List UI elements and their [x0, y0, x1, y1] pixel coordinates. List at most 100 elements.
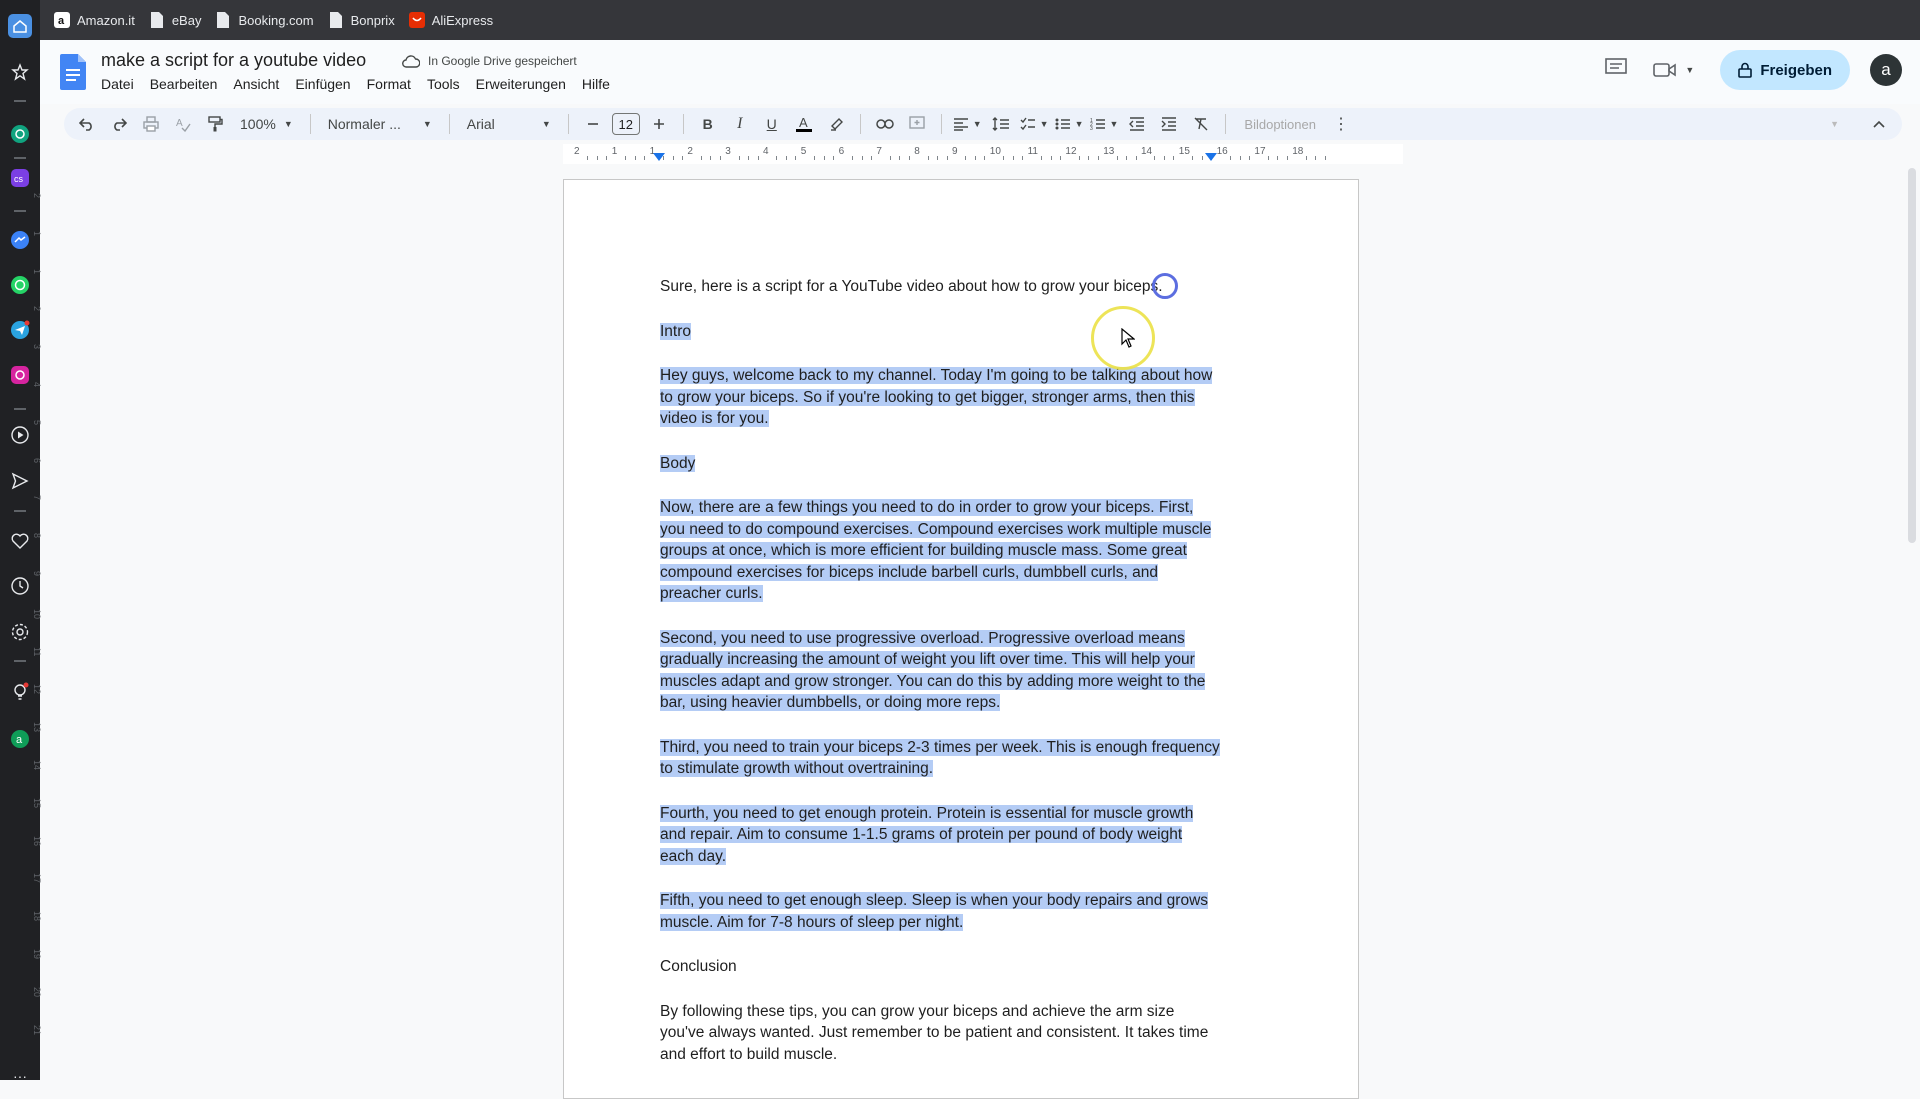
- menu-ansicht[interactable]: Ansicht: [233, 76, 279, 92]
- menu-format[interactable]: Format: [367, 76, 411, 92]
- paragraph-body-3[interactable]: Third, you need to train your biceps 2-3…: [660, 737, 1220, 780]
- menu-bearbeiten[interactable]: Bearbeiten: [150, 76, 218, 92]
- heading-conclusion[interactable]: Conclusion: [660, 956, 1220, 978]
- paragraph-conclusion[interactable]: By following these tips, you can grow yo…: [660, 1001, 1220, 1066]
- document-body[interactable]: Sure, here is a script for a YouTube vid…: [660, 276, 1220, 1088]
- add-comment-icon[interactable]: [904, 112, 930, 136]
- bold-icon[interactable]: B: [695, 112, 721, 136]
- save-status[interactable]: In Google Drive gespeichert: [402, 54, 577, 68]
- menu-hilfe[interactable]: Hilfe: [582, 76, 610, 92]
- telegram-icon[interactable]: [8, 318, 32, 342]
- menu-einfuegen[interactable]: Einfügen: [295, 76, 350, 92]
- heart-icon[interactable]: [8, 529, 32, 553]
- play-icon[interactable]: [8, 423, 32, 447]
- underline-icon[interactable]: U: [759, 112, 785, 136]
- line-spacing-icon[interactable]: [988, 112, 1014, 136]
- ruler-tick: [1201, 156, 1203, 160]
- highlight-color-icon[interactable]: [823, 112, 849, 136]
- image-options-button[interactable]: Bildoptionen: [1244, 117, 1316, 132]
- chevron-down-icon: ▼: [1830, 119, 1839, 129]
- mode-select[interactable]: ▼: [1822, 112, 1839, 136]
- decrease-indent-icon[interactable]: [1124, 112, 1150, 136]
- zoom-select[interactable]: 100% ▼: [234, 112, 299, 136]
- star-icon[interactable]: [8, 60, 32, 84]
- decrease-font-size-icon[interactable]: [580, 112, 606, 136]
- heading-intro-text: Intro: [660, 322, 692, 340]
- instagram-icon[interactable]: [8, 363, 32, 387]
- font-size-input[interactable]: 12: [611, 112, 640, 136]
- vertical-scrollbar[interactable]: [1908, 168, 1916, 543]
- right-indent-marker[interactable]: [1205, 153, 1217, 161]
- vertical-ruler[interactable]: 2 1 1 2 3 4 5 6 7 8 9 10 11 12 13 14 15 16 17 18 19 20 21: [32, 165, 56, 1080]
- increase-indent-icon[interactable]: [1156, 112, 1182, 136]
- numbered-list-select[interactable]: 123 ▼: [1090, 112, 1119, 136]
- home-icon[interactable]: [8, 14, 32, 38]
- share-button[interactable]: Freigeben: [1720, 50, 1850, 90]
- ruler-tick: [1050, 156, 1052, 160]
- lightbulb-icon[interactable]: [8, 680, 32, 704]
- menu-erweiterungen[interactable]: Erweiterungen: [476, 76, 566, 92]
- messenger-icon[interactable]: [8, 228, 32, 252]
- font-select[interactable]: Arial ▼: [461, 112, 557, 136]
- chevron-down-icon: ▼: [1039, 119, 1049, 129]
- increase-font-size-icon[interactable]: [646, 112, 672, 136]
- bookmark-ebay[interactable]: eBay: [149, 12, 201, 28]
- paragraph-body-5[interactable]: Fifth, you need to get enough sleep. Sle…: [660, 890, 1220, 933]
- settings-icon[interactable]: [8, 620, 32, 644]
- heading-body[interactable]: Body: [660, 453, 1220, 475]
- ruler-tick: [965, 156, 967, 160]
- ruler-tick: [1097, 156, 1099, 160]
- bookmark-amazon[interactable]: a Amazon.it: [54, 12, 135, 28]
- print-icon[interactable]: [138, 112, 164, 136]
- ruler-tick: [795, 156, 797, 160]
- avatar[interactable]: a: [1870, 54, 1902, 86]
- horizontal-ruler[interactable]: 2 1 1 2 3 4 5 6 7 8 9 10 11 12 13 14 15 16 17 18: [40, 144, 1910, 164]
- paint-format-icon[interactable]: [202, 112, 228, 136]
- redo-icon[interactable]: [106, 112, 132, 136]
- app-cs-icon[interactable]: cs: [8, 166, 32, 190]
- history-icon[interactable]: [8, 574, 32, 598]
- header-actions: ▼ Freigeben a: [1605, 50, 1902, 90]
- send-icon[interactable]: [8, 469, 32, 493]
- document-title[interactable]: make a script for a youtube video: [101, 50, 366, 71]
- hide-menus-icon[interactable]: [1866, 112, 1892, 136]
- clear-formatting-icon[interactable]: [1188, 112, 1214, 136]
- bulleted-list-select[interactable]: ▼: [1055, 112, 1084, 136]
- meet-icon[interactable]: ▼: [1653, 62, 1694, 78]
- bookmark-bonprix[interactable]: Bonprix: [328, 12, 395, 28]
- italic-icon[interactable]: I: [727, 112, 753, 136]
- more-icon[interactable]: ···: [8, 1064, 32, 1088]
- more-vert-icon[interactable]: ⋮: [1328, 112, 1354, 136]
- menu-datei[interactable]: Datei: [101, 76, 134, 92]
- account-a-icon[interactable]: a: [8, 727, 32, 751]
- chatgpt-icon[interactable]: [8, 122, 32, 146]
- link-icon[interactable]: [872, 112, 898, 136]
- whatsapp-icon[interactable]: [8, 273, 32, 297]
- align-select[interactable]: ▼: [953, 112, 982, 136]
- google-docs-icon[interactable]: [60, 54, 86, 90]
- paragraph-style-select[interactable]: Normaler ... ▼: [322, 112, 438, 136]
- paragraph-intro[interactable]: Hey guys, welcome back to my channel. To…: [660, 365, 1220, 430]
- comments-icon[interactable]: [1605, 57, 1628, 83]
- undo-icon[interactable]: [74, 112, 100, 136]
- bookmark-booking[interactable]: Booking.com: [215, 12, 314, 28]
- svg-text:a: a: [16, 734, 23, 746]
- paragraph-body-4[interactable]: Fourth, you need to get enough protein. …: [660, 803, 1220, 868]
- paragraph-body-2[interactable]: Second, you need to use progressive over…: [660, 628, 1220, 714]
- amazon-icon: a: [54, 12, 70, 28]
- chevron-down-icon: ▼: [1109, 119, 1119, 129]
- bookmark-aliexpress[interactable]: AliExpress: [408, 12, 493, 28]
- checklist-select[interactable]: ▼: [1020, 112, 1049, 136]
- vruler-label: 13: [32, 722, 42, 733]
- text-color-icon[interactable]: A: [791, 112, 817, 136]
- chevron-down-icon: ▼: [1685, 65, 1695, 75]
- intro-line[interactable]: Sure, here is a script for a YouTube vid…: [660, 276, 1220, 298]
- menu-tools[interactable]: Tools: [427, 76, 460, 92]
- left-indent-marker[interactable]: [653, 153, 665, 161]
- paragraph-body-1[interactable]: Now, there are a few things you need to …: [660, 497, 1220, 605]
- spellcheck-icon[interactable]: A: [170, 112, 196, 136]
- ruler-label: 7: [876, 146, 882, 157]
- sidebar-divider: [14, 210, 26, 212]
- heading-conclusion-text: Conclusion: [660, 958, 737, 975]
- document-page[interactable]: Sure, here is a script for a YouTube vid…: [563, 179, 1359, 1099]
